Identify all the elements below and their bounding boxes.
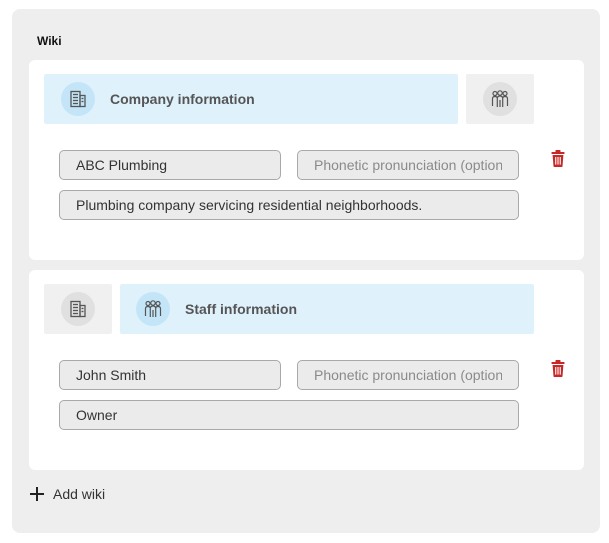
tab-label: Staff information	[185, 301, 297, 317]
phonetic-field[interactable]	[297, 150, 519, 180]
phonetic-field[interactable]	[297, 360, 519, 390]
tab-company-information[interactable]	[44, 284, 112, 334]
add-wiki-label: Add wiki	[53, 486, 106, 502]
tab-staff-information[interactable]: Staff information	[120, 284, 534, 334]
tab-staff-information[interactable]	[466, 74, 534, 124]
people-icon	[136, 292, 170, 326]
building-icon	[61, 292, 95, 326]
people-icon	[483, 82, 517, 116]
building-icon	[61, 82, 95, 116]
wiki-entry-card: Company information	[29, 60, 584, 260]
description-field[interactable]	[59, 400, 519, 430]
plus-icon	[29, 486, 45, 502]
tab-company-information[interactable]: Company information	[44, 74, 458, 124]
wiki-panel: Wiki Company information ABC Plumbing Ph…	[12, 9, 600, 533]
delete-icon[interactable]	[550, 359, 566, 377]
wiki-title: Wiki	[37, 34, 62, 48]
add-wiki-button[interactable]: Add wiki	[29, 484, 105, 504]
delete-icon[interactable]	[550, 149, 566, 167]
tab-label: Company information	[110, 91, 255, 107]
wiki-entry-card: Staff information	[29, 270, 584, 470]
name-field[interactable]	[59, 150, 281, 180]
description-field[interactable]	[59, 190, 519, 220]
name-field[interactable]	[59, 360, 281, 390]
